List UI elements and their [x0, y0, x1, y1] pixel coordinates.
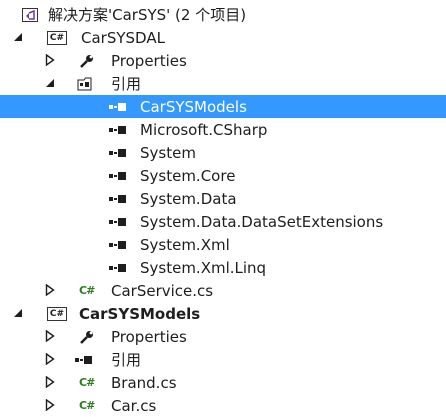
tree-node-project-carsysdal[interactable]: C# CarSYSDAL [0, 26, 446, 49]
expand-triangle-icon[interactable] [44, 284, 56, 296]
reference-item[interactable]: System [0, 141, 446, 164]
references-folder-icon [77, 76, 97, 92]
csharp-project-icon-text: C# [47, 30, 67, 45]
reference-icon [74, 352, 96, 368]
reference-item[interactable]: Microsoft.CSharp [0, 118, 446, 141]
tree-node-references[interactable]: 引用 [0, 348, 446, 371]
tree-node-properties[interactable]: Properties [0, 325, 446, 348]
expand-triangle-icon[interactable] [44, 353, 56, 365]
csharp-project-icon: C# [47, 30, 67, 46]
tree-node-file[interactable]: C# Brand.cs [0, 371, 446, 394]
project-label: CarSYSModels [79, 305, 201, 323]
properties-label: Properties [111, 328, 187, 346]
csharp-file-icon: C# [79, 284, 95, 297]
reference-item[interactable]: CarSYSModels [0, 95, 446, 118]
reference-item[interactable]: System.Xml [0, 233, 446, 256]
reference-label: System.Xml [140, 236, 230, 254]
reference-icon [108, 260, 128, 276]
reference-label: System.Xml.Linq [140, 259, 267, 277]
references-label: 引用 [111, 351, 142, 369]
tree-node-file[interactable]: C# Car.cs [0, 394, 446, 417]
csharp-file-icon: C# [79, 399, 95, 412]
reference-icon [108, 237, 128, 253]
reference-item[interactable]: System.Data.DataSetExtensions [0, 210, 446, 233]
reference-icon [108, 122, 128, 138]
reference-item[interactable]: System.Core [0, 164, 446, 187]
wrench-icon [79, 53, 95, 69]
csharp-project-icon: C# [47, 306, 67, 322]
expand-triangle-icon[interactable] [44, 330, 56, 342]
reference-label: System.Data.DataSetExtensions [140, 213, 384, 231]
tree-node-references[interactable]: 引用 [0, 72, 446, 95]
tree-node-properties[interactable]: Properties [0, 49, 446, 72]
project-label: CarSYSDAL [81, 29, 165, 47]
expand-triangle-icon[interactable] [44, 399, 56, 411]
file-label: CarService.cs [111, 282, 214, 300]
solution-label: 解决方案'CarSYS' (2 个项目) [48, 6, 247, 24]
reference-label: CarSYSModels [140, 98, 247, 116]
csharp-file-icon: C# [79, 376, 95, 389]
expand-triangle-icon[interactable] [44, 376, 56, 388]
tree-node-project-carsysmodels[interactable]: C# CarSYSModels [0, 302, 446, 325]
tree-node-solution[interactable]: 解决方案'CarSYS' (2 个项目) [0, 3, 446, 26]
reference-icon [108, 145, 128, 161]
expand-triangle-icon[interactable] [44, 54, 56, 66]
reference-label: Microsoft.CSharp [140, 121, 268, 139]
references-label: 引用 [111, 75, 142, 93]
reference-item[interactable]: System.Data [0, 187, 446, 210]
reference-icon [108, 168, 128, 184]
properties-label: Properties [111, 52, 187, 70]
collapse-triangle-icon[interactable] [44, 77, 56, 89]
file-label: Car.cs [111, 397, 157, 415]
solution-explorer-tree: 解决方案'CarSYS' (2 个项目) C# CarSYSDAL Proper… [0, 0, 446, 415]
collapse-triangle-icon[interactable] [12, 31, 24, 43]
reference-icon [108, 191, 128, 207]
reference-icon [108, 214, 128, 230]
file-label: Brand.cs [111, 374, 177, 392]
wrench-icon [79, 329, 95, 345]
reference-label: System [140, 144, 196, 162]
reference-label: System.Data [140, 190, 237, 208]
csharp-project-icon-text: C# [47, 306, 67, 321]
reference-icon [108, 99, 128, 115]
reference-label: System.Core [140, 167, 236, 185]
collapse-triangle-icon[interactable] [12, 307, 24, 319]
solution-icon [22, 7, 38, 23]
tree-node-file[interactable]: C# CarService.cs [0, 279, 446, 302]
reference-item[interactable]: System.Xml.Linq [0, 256, 446, 279]
